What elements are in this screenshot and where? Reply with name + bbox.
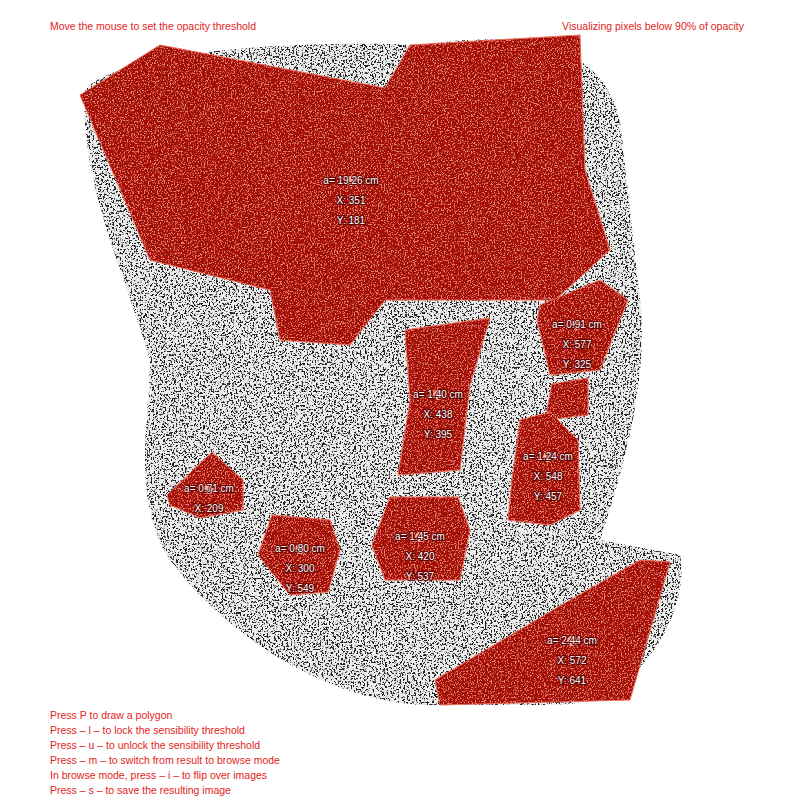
instruction-line: Press – l – to lock the sensibility thre… <box>50 723 800 738</box>
instruction-line: Press – s – to save the resulting image <box>50 783 800 798</box>
measured-region[interactable]: a= 0.91 cm X: 577 Y: 325 <box>0 0 800 800</box>
measured-region[interactable] <box>0 0 800 800</box>
region-label: a= 1.24 cm <box>523 451 573 462</box>
measured-region[interactable]: a= 1.24 cm X: 548 Y: 457 <box>0 0 800 800</box>
app-window: a= 19.26 cm X: 351 Y: 181 a= 0.91 cm X: 577 Y… <box>0 0 800 800</box>
measured-region[interactable]: a= 1.45 cm X: 420 Y: 537 <box>0 0 800 800</box>
region-label: a= 0.91 cm <box>552 319 602 330</box>
region-label: X: 577 <box>563 339 592 350</box>
region-texture <box>0 0 800 800</box>
region-texture <box>0 0 800 800</box>
measured-region[interactable]: a= 2.44 cm X: 572 Y: 641 <box>0 0 800 800</box>
measured-region[interactable]: a= 19.26 cm X: 351 Y: 181 <box>0 0 800 800</box>
region-label: X: 351 <box>337 195 366 206</box>
region-label: Y: 457 <box>534 491 563 502</box>
region-texture <box>0 0 800 800</box>
region-texture <box>0 0 800 800</box>
instructions: Press P to draw a polygonPress – l – to … <box>0 708 800 800</box>
region-label: Y: 325 <box>563 359 592 370</box>
region-label: a= 0.71 cm <box>184 483 234 494</box>
measured-region[interactable]: a= 0.80 cm X: 300 Y: 549 <box>0 0 800 800</box>
region-texture <box>0 0 800 800</box>
region-texture <box>0 0 800 800</box>
instruction-line: In browse mode, press – i – to flip over… <box>50 768 800 783</box>
region-label: X: 420 <box>406 551 435 562</box>
region-label: Y: 395 <box>424 429 453 440</box>
region-label: a= 1.45 cm <box>395 531 445 542</box>
instruction-line: Press – m – to switch from result to bro… <box>50 753 800 768</box>
opacity-status: Visualizing pixels below 90% of opacity <box>562 19 744 33</box>
region-label: a= 2.44 cm <box>547 635 597 646</box>
measured-region[interactable]: a= 1.40 cm X: 438 Y: 395 <box>0 0 800 800</box>
ink-speckle <box>0 0 800 800</box>
region-texture <box>0 0 800 800</box>
region-label: X: 438 <box>424 409 453 420</box>
measured-region[interactable]: a= 0.71 cm X: 209 <box>0 0 800 800</box>
threshold-hint: Move the mouse to set the opacity thresh… <box>50 19 256 33</box>
region-label: Y: 641 <box>558 675 587 686</box>
handprint-canvas[interactable]: a= 19.26 cm X: 351 Y: 181 a= 0.91 cm X: 577 Y… <box>0 0 800 800</box>
region-label: X: 300 <box>286 563 315 574</box>
region-label: a= 19.26 cm <box>323 175 378 186</box>
region-label: Y: 549 <box>286 583 315 594</box>
region-label: a= 1.40 cm <box>413 389 463 400</box>
region-label: X: 209 <box>195 503 224 514</box>
region-texture <box>0 0 800 800</box>
top-bar: Move the mouse to set the opacity thresh… <box>0 0 800 33</box>
region-label: Y: 537 <box>406 571 435 582</box>
instruction-line: Press – u – to unlock the sensibility th… <box>50 738 800 753</box>
region-label: X: 548 <box>534 471 563 482</box>
region-label: X: 572 <box>558 655 587 666</box>
region-label: Y: 181 <box>337 215 366 226</box>
region-texture <box>0 0 800 800</box>
instruction-line: Press P to draw a polygon <box>50 708 800 723</box>
region-label: a= 0.80 cm <box>275 543 325 554</box>
